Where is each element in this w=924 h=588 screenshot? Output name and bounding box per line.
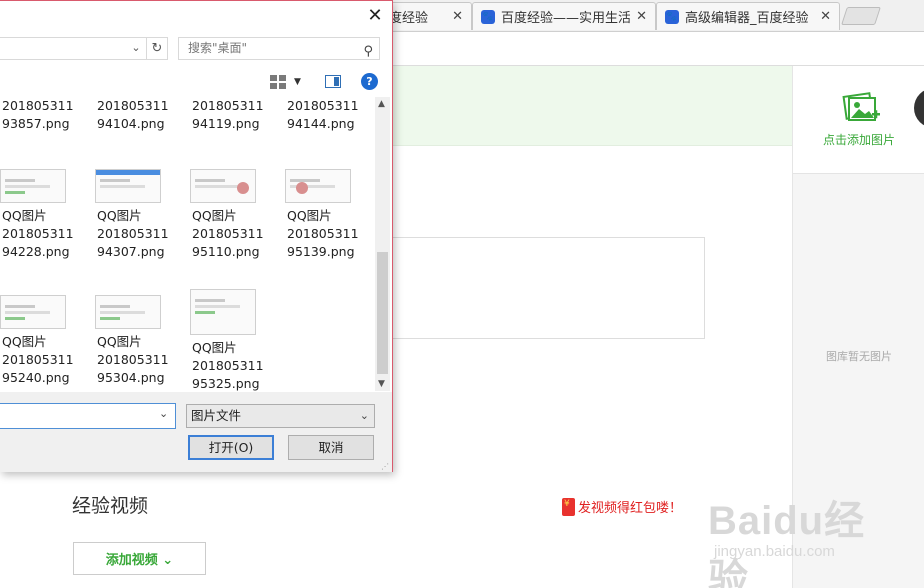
dialog-close-icon[interactable]: ✕ — [364, 5, 386, 27]
file-thumbnail — [285, 169, 351, 203]
file-item[interactable]: 201805311 94144.png — [287, 97, 371, 133]
tab-title: 度经验 — [389, 11, 429, 26]
change-view-icon[interactable] — [270, 75, 286, 89]
search-placeholder: 搜索"桌面" — [188, 41, 248, 55]
file-thumbnail — [95, 295, 161, 329]
add-image-icon — [842, 92, 880, 121]
file-item[interactable]: QQ图片 201805311 95304.png — [95, 295, 179, 387]
resize-grip-icon[interactable]: ⋰ — [381, 462, 389, 471]
file-item[interactable]: 201805311 94119.png — [192, 97, 276, 133]
file-type-value: 图片文件 — [191, 408, 242, 423]
scroll-up-icon[interactable]: ▲ — [378, 99, 385, 109]
dialog-path-bar[interactable] — [0, 37, 148, 60]
browser-tab-advanced-editor[interactable]: 🐾 高级编辑器_百度经验 ✕ — [656, 2, 840, 30]
red-packet-promo[interactable]: 发视频得红包喽！ — [562, 497, 682, 516]
scrollbar-thumb[interactable] — [377, 252, 388, 374]
file-item[interactable]: QQ图片 201805311 95325.png — [190, 289, 274, 391]
tab-close-icon[interactable]: ✕ — [452, 9, 463, 24]
baidu-paw-icon: 🐾 — [665, 9, 679, 24]
new-tab-button[interactable] — [841, 7, 881, 25]
file-item[interactable]: QQ图片 201805311 95139.png — [285, 169, 369, 261]
chevron-down-icon[interactable]: ⌄ — [159, 407, 168, 420]
file-list-scrollbar[interactable]: ▲ ▼ — [375, 97, 390, 391]
open-button[interactable]: 打开(O) — [188, 435, 274, 460]
address-bar[interactable] — [390, 32, 924, 66]
browser-tab-baidu-jingyan[interactable]: 🐾 百度经验——实用生活指南 ✕ — [472, 2, 656, 30]
file-thumbnail — [0, 295, 66, 329]
baidu-watermark: Baidu经验 jingyan.baidu.com — [700, 488, 900, 588]
file-type-select[interactable]: 图片文件 ⌄ — [186, 404, 375, 428]
browser-tab-active[interactable]: 度经验 ✕ — [380, 2, 472, 30]
watermark-url: jingyan.baidu.com — [714, 543, 835, 560]
file-open-dialog: ✕ ⌄ ↻ 搜索"桌面" ⚲ ▼ ? 201805311 93857.png 2… — [0, 0, 393, 472]
view-menu-chevron-icon[interactable]: ▼ — [294, 77, 301, 95]
chevron-down-icon[interactable]: ⌄ — [129, 38, 143, 58]
search-icon: ⚲ — [363, 44, 373, 59]
tab-close-icon[interactable]: ✕ — [636, 9, 647, 24]
file-name-input[interactable] — [0, 403, 176, 429]
file-thumbnail — [95, 169, 161, 203]
editor-notice-bar — [390, 66, 792, 146]
refresh-icon[interactable]: ↻ — [146, 37, 168, 60]
red-packet-text: 发视频得红包喽！ — [578, 501, 683, 516]
add-video-button[interactable]: 添加视频 ⌄ — [73, 542, 206, 575]
watermark-logo-text: Baidu经验 — [708, 499, 866, 588]
file-thumbnail — [190, 169, 256, 203]
dialog-title-bar[interactable] — [0, 1, 392, 31]
baidu-paw-icon: 🐾 — [481, 9, 495, 24]
chevron-down-icon: ⌄ — [359, 409, 369, 422]
file-item[interactable]: QQ图片 201805311 95240.png — [0, 295, 84, 387]
file-item[interactable]: 201805311 94104.png — [97, 97, 181, 133]
tab-title: 高级编辑器_百度经验 — [685, 11, 809, 26]
tab-close-icon[interactable]: ✕ — [820, 9, 831, 24]
file-list: 201805311 93857.png 201805311 94104.png … — [0, 97, 375, 391]
file-item[interactable]: QQ图片 201805311 95110.png — [190, 169, 274, 261]
dialog-search-input[interactable]: 搜索"桌面" ⚲ — [178, 37, 380, 60]
red-packet-icon — [562, 497, 575, 516]
help-icon[interactable]: ? — [361, 73, 378, 90]
cancel-button[interactable]: 取消 — [288, 435, 374, 460]
file-item[interactable]: QQ图片 201805311 94228.png — [0, 169, 84, 261]
content-editor-box[interactable] — [390, 237, 705, 339]
add-image-label: 点击添加图片 — [822, 133, 895, 147]
empty-library-text: 图库暂无图片 — [826, 350, 892, 363]
tab-title: 百度经验——实用生活指南 — [501, 11, 631, 26]
file-thumbnail — [190, 289, 256, 335]
video-section-heading: 经验视频 — [72, 495, 149, 517]
file-item[interactable]: 201805311 93857.png — [2, 97, 86, 133]
file-thumbnail — [0, 169, 66, 203]
file-item[interactable]: QQ图片 201805311 94307.png — [95, 169, 179, 261]
scroll-down-icon[interactable]: ▼ — [378, 379, 385, 389]
add-image-button[interactable]: 点击添加图片 — [793, 66, 924, 174]
preview-pane-icon[interactable] — [325, 75, 341, 88]
